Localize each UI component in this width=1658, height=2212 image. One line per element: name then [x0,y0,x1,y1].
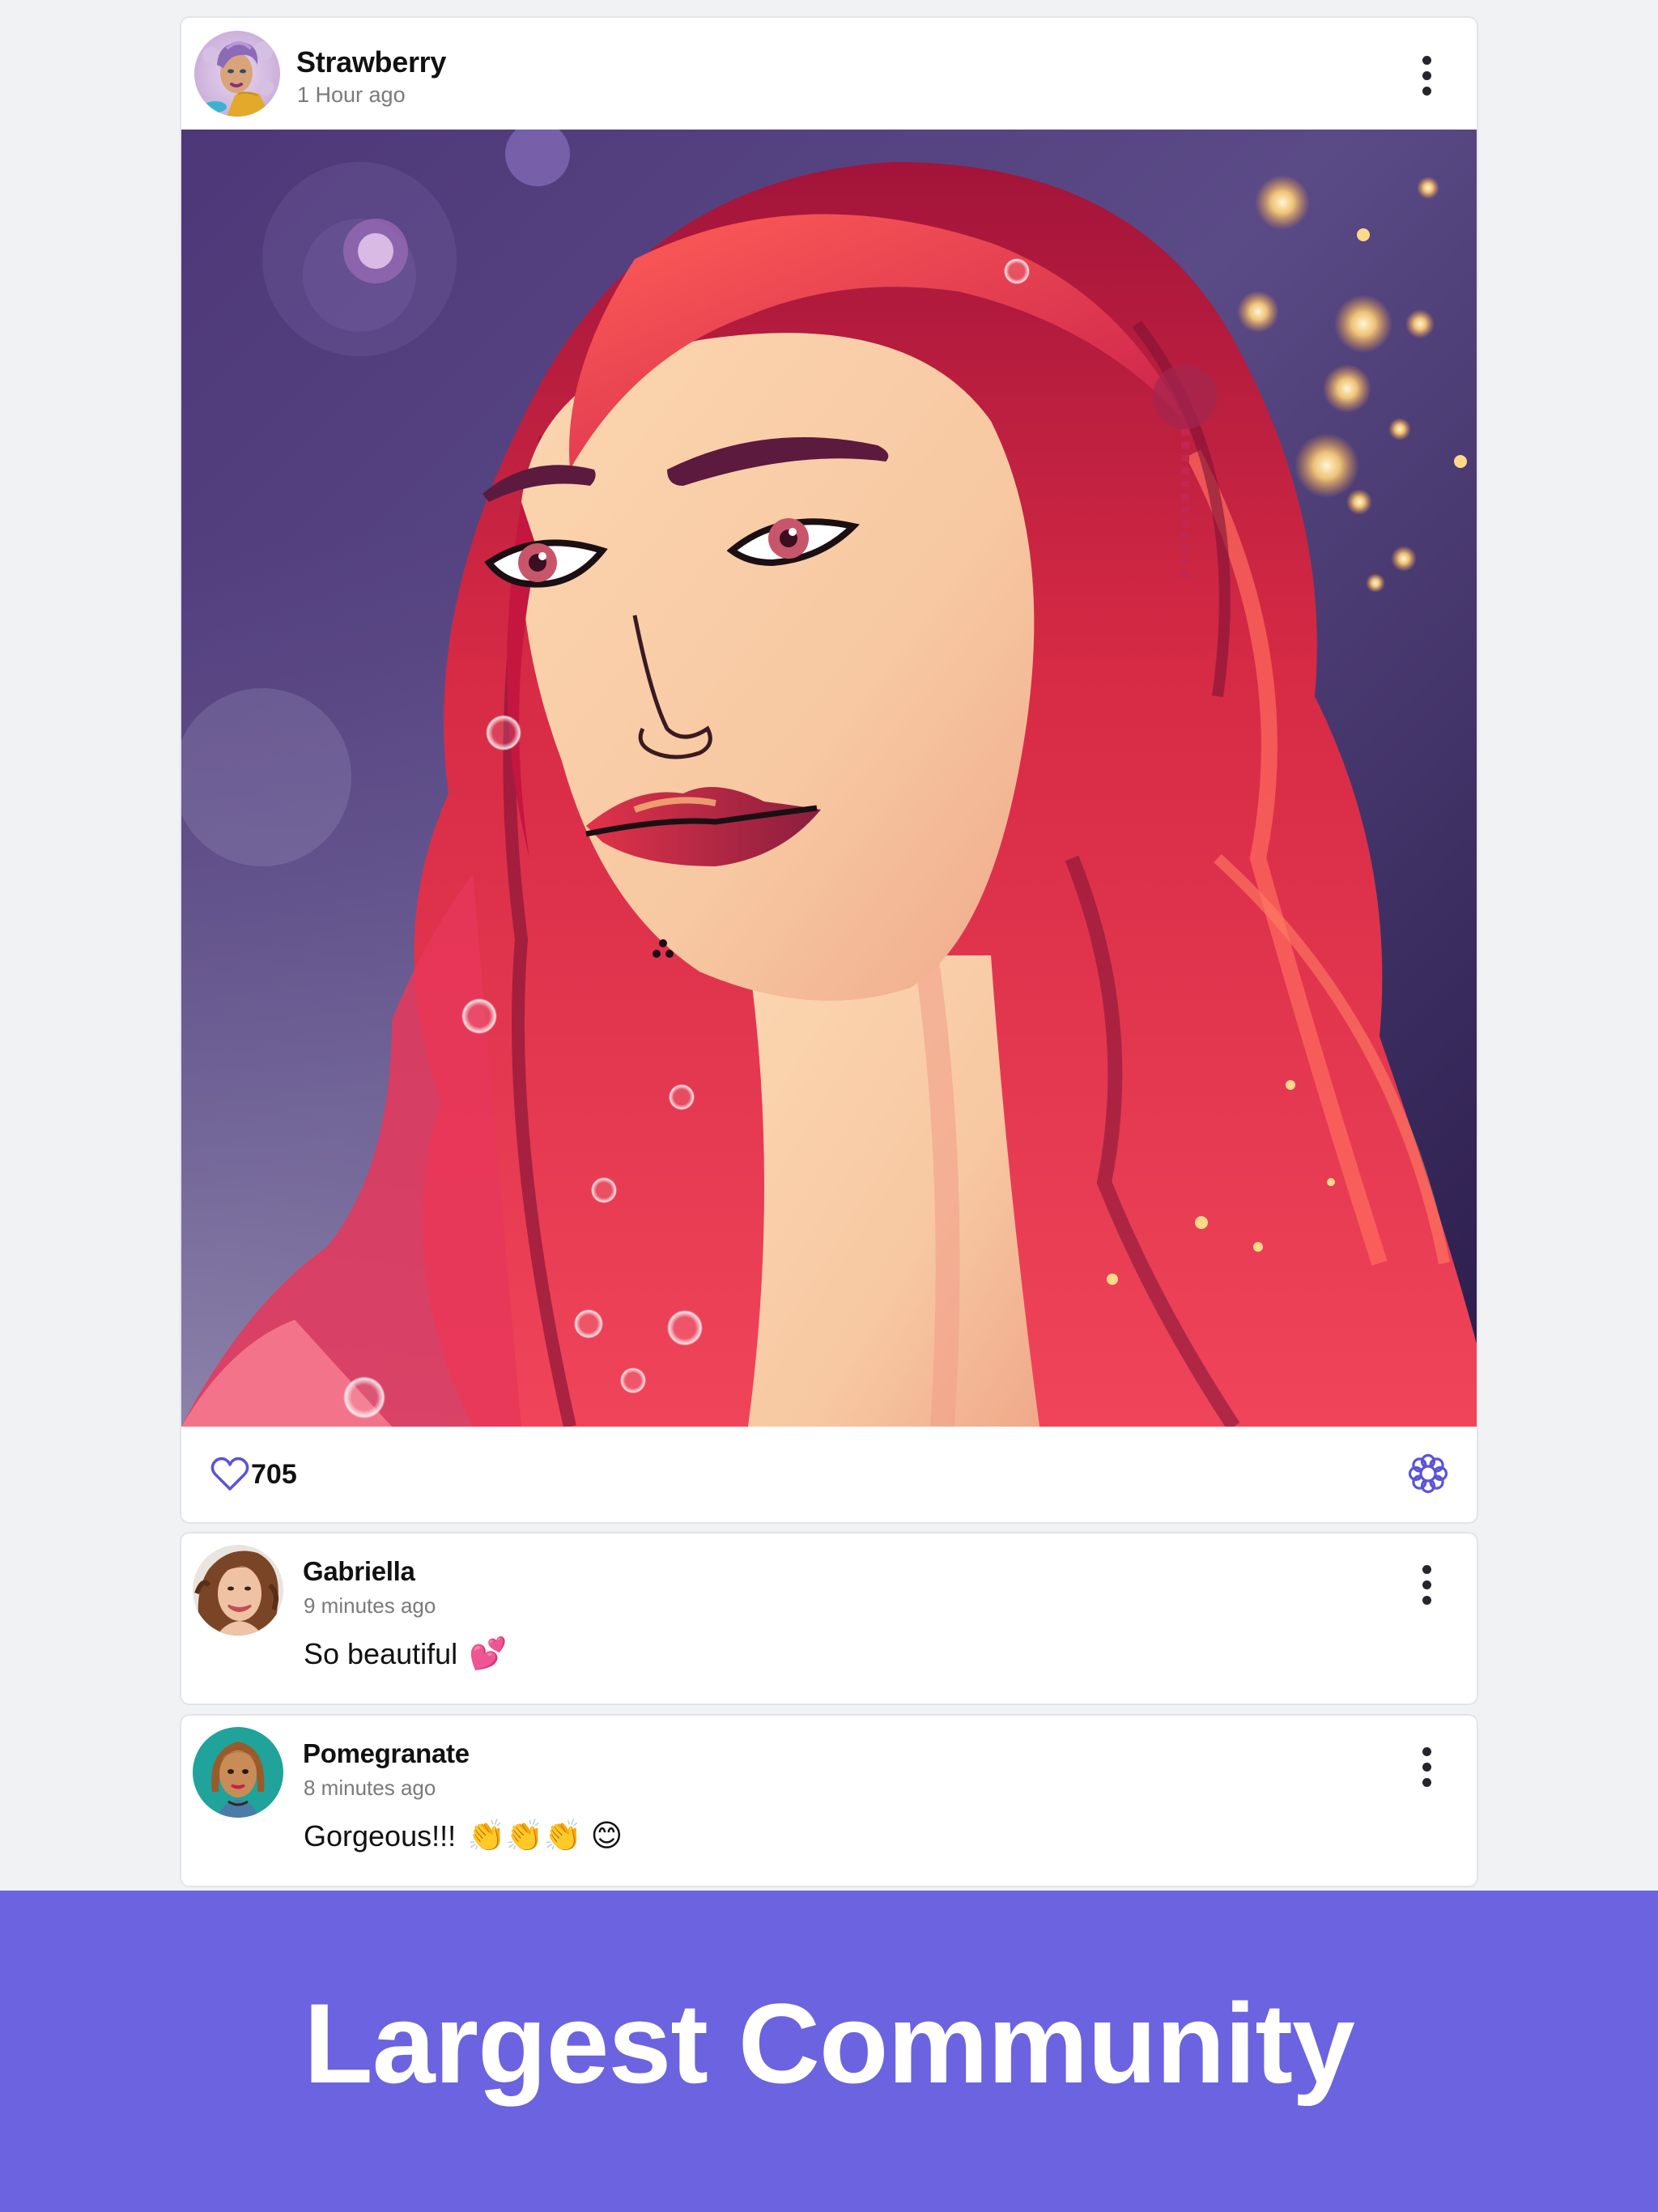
comment-more-button[interactable] [1410,1556,1443,1613]
comment-more-button[interactable] [1410,1738,1443,1795]
flower-reaction-button[interactable] [1405,1451,1451,1496]
banner-title: Largest Community [304,1979,1355,2107]
comment-card: Gabriella 9 minutes ago So beautiful 💕 [180,1532,1478,1705]
comment-body: So beautiful [304,1637,458,1670]
author-avatar[interactable] [194,31,280,117]
author-name[interactable]: Strawberry [296,45,446,79]
vertical-ellipsis-icon [1422,1564,1431,1574]
vertical-ellipsis-icon [1422,1746,1431,1756]
two-hearts-emoji: 💕 [469,1637,508,1671]
like-button[interactable]: 705 [209,1456,297,1493]
post-timestamp: 1 Hour ago [297,83,406,107]
post-header: Strawberry 1 Hour ago [181,18,1477,130]
commenter-name[interactable]: Pomegranate [303,1738,470,1769]
vertical-ellipsis-icon [1422,55,1431,65]
avatar-curly-hair-icon [193,1545,283,1636]
post-image[interactable] [181,130,1477,1427]
post-more-button[interactable] [1410,47,1443,104]
portrait-illustration [181,130,1477,1427]
commenter-avatar[interactable] [193,1727,283,1818]
commenter-name[interactable]: Gabriella [303,1556,415,1587]
flower-outline-icon [1408,1453,1448,1494]
comment-text: Gorgeous!!! 👏👏👏 😊 [304,1819,623,1853]
comment-text: So beautiful 💕 [304,1637,507,1671]
commenter-avatar[interactable] [193,1545,283,1636]
comment-timestamp: 9 minutes ago [304,1593,436,1618]
avatar-bob-hair-icon [193,1727,283,1818]
post-footer: 705 [181,1427,1477,1522]
heart-outline-icon [210,1457,249,1491]
post-card: Strawberry 1 Hour ago 705 [180,16,1478,1524]
comment-card: Pomegranate 8 minutes ago Gorgeous!!! 👏👏… [180,1714,1478,1887]
comment-body: Gorgeous!!! [304,1819,457,1853]
clapping-smile-emoji: 👏👏👏 😊 [467,1819,623,1853]
avatar-purple-hair-icon [194,31,280,117]
promo-banner: Largest Community [0,1891,1658,2212]
like-count: 705 [251,1458,297,1490]
comment-timestamp: 8 minutes ago [304,1776,436,1800]
